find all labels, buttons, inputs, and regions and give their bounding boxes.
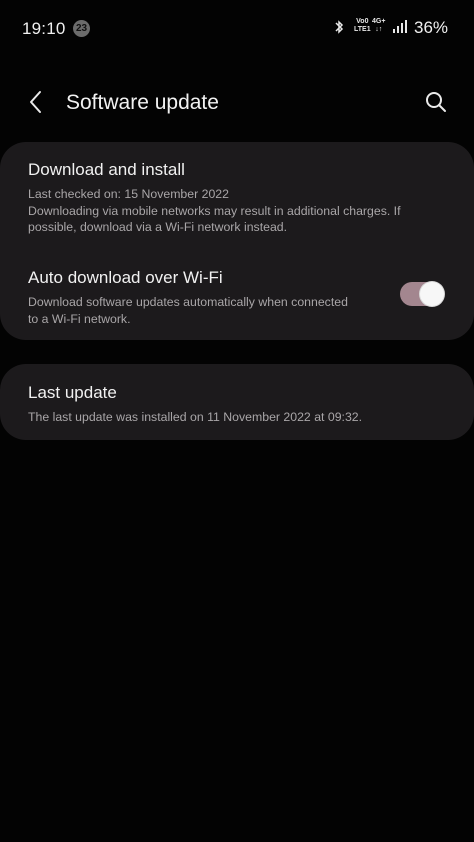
network-label-top: 4G+ [372,18,386,25]
mobile-data-warning-text: Downloading via mobile networks may resu… [28,203,401,235]
last-update-item[interactable]: Last update The last update was installe… [0,383,474,426]
page-title: Software update [66,91,219,114]
search-button[interactable] [420,88,452,120]
last-update-card: Last update The last update was installe… [0,364,474,440]
network-type-indicator: 4G+ ↓↑ [372,18,385,34]
volte-label-bottom: LTE1 [354,26,371,33]
volte-indicator: Vo0 LTE1 [354,18,371,34]
update-settings-card: Download and install Last checked on: 15… [0,142,474,390]
back-button[interactable] [22,88,50,120]
last-update-title: Last update [28,383,117,402]
last-checked-text: Last checked on: 15 November 2022 [28,187,229,201]
auto-download-wifi-toggle[interactable] [400,282,444,306]
last-update-description: The last update was installed on 11 Nove… [28,410,363,424]
signal-icon [392,20,408,39]
search-icon [425,91,447,118]
bluetooth-icon [334,19,344,40]
toggle-knob [420,282,444,306]
app-header: Software update [0,82,474,126]
network-label-bottom: ↓↑ [375,26,383,33]
download-and-install-title: Download and install [28,160,185,179]
auto-download-wifi-description: Download software updates automatically … [28,295,348,326]
battery-percent: 36% [414,18,449,37]
volte-label-top: Vo0 [356,18,369,25]
status-time: 19:10 [22,19,66,38]
auto-download-wifi-title: Auto download over Wi-Fi [28,268,223,287]
status-bar: 19:10 23 Vo0 LTE1 4G+ ↓↑ 36% [0,0,474,58]
chevron-left-icon [29,90,43,119]
notification-count-badge: 23 [73,20,90,37]
download-and-install-item[interactable]: Download and install Last checked on: 15… [0,160,474,236]
